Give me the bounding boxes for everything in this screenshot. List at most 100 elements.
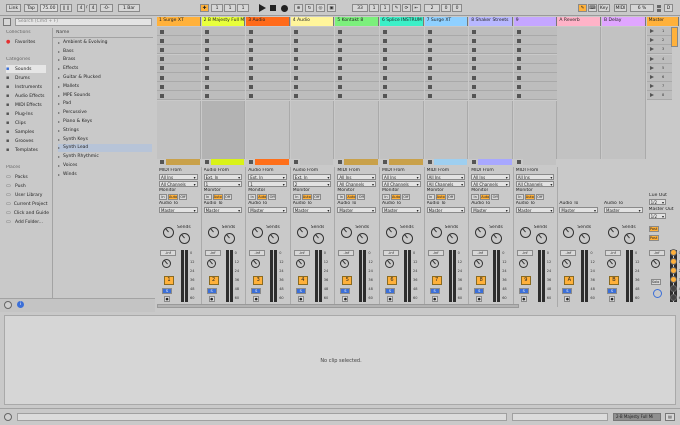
track-7-pan-knob[interactable]	[429, 259, 439, 268]
track-1-monitor-off[interactable]: Off	[179, 194, 187, 200]
place-item[interactable]: ▭ Current Project	[6, 200, 47, 208]
browser-item[interactable]: ▸ Voices	[58, 161, 152, 170]
browser-item[interactable]: ▸ Synth Rhythmic	[58, 152, 152, 161]
track-1-activator-button[interactable]: 1	[164, 276, 174, 285]
browser-item[interactable]: ▸ Ambient & Evolving	[58, 38, 152, 47]
punch-in[interactable]: ⇤	[412, 4, 421, 12]
track-3-stop-all-icon[interactable]	[249, 160, 254, 164]
track-4-pan-knob[interactable]	[295, 259, 305, 268]
track-5-output-select[interactable]: Master	[337, 207, 376, 213]
track-2-monitor-auto[interactable]: Auto	[212, 194, 223, 200]
scene-play-icon[interactable]	[649, 47, 654, 52]
browser-item[interactable]: ▸ Synth Lead	[58, 143, 152, 153]
master-pan-knob[interactable]	[650, 259, 660, 268]
track-8-send-b-knob[interactable]	[491, 233, 503, 244]
track-9-send-a-knob[interactable]	[519, 227, 531, 238]
track-3-channel-select[interactable]: 1	[248, 181, 287, 187]
track-3-slot-stop-icon[interactable]	[249, 38, 254, 43]
track-7-slot-stop-icon[interactable]	[427, 66, 432, 71]
follow-button[interactable]: ✚	[200, 4, 209, 12]
record-icon[interactable]	[281, 5, 288, 12]
track-9-input-select[interactable]: All Ins	[515, 174, 555, 180]
track-8-slot-stop-icon[interactable]	[472, 66, 477, 71]
track-1-volume-value[interactable]: -inf	[160, 250, 176, 256]
track-8-solo-button[interactable]: S	[474, 288, 485, 294]
track-7-arm-button[interactable]: ●	[431, 296, 438, 302]
scene-play-icon[interactable]	[649, 84, 654, 89]
track-1-input-select[interactable]: All Ins	[159, 174, 198, 180]
track-3-slot-stop-icon[interactable]	[249, 57, 254, 62]
track-8-monitor-off[interactable]: Off	[491, 194, 500, 200]
track-2-send-a-knob[interactable]	[207, 227, 219, 238]
track-5-pan-knob[interactable]	[340, 259, 350, 268]
track-4-slot-stop-icon[interactable]	[293, 29, 298, 34]
track-9-send-b-knob[interactable]	[535, 233, 547, 244]
solo-cue-toggle[interactable]: Solo	[650, 279, 661, 285]
track-3-monitor-off[interactable]: Off	[268, 194, 277, 200]
scene-play-icon[interactable]	[649, 56, 654, 61]
track-9-volume-value[interactable]: -inf	[516, 250, 533, 256]
master-out-select[interactable]: 1/2	[648, 213, 666, 219]
track-3-slot-stop-icon[interactable]	[249, 66, 254, 71]
track-3-input-select[interactable]: Ext. In	[248, 174, 287, 180]
track-4-monitor-off[interactable]: Off	[312, 194, 321, 200]
capture-button[interactable]: ▣	[327, 4, 336, 12]
track-5-solo-button[interactable]: S	[340, 288, 351, 294]
track-9-slot-stop-icon[interactable]	[516, 29, 521, 34]
track-9-solo-button[interactable]: S	[518, 288, 529, 294]
track-3-slot-stop-icon[interactable]	[249, 93, 254, 98]
track-1-arm-button[interactable]: ●	[164, 296, 170, 302]
track-9-slot-stop-icon[interactable]	[516, 66, 521, 71]
track-8-slot-stop-icon[interactable]	[472, 93, 477, 98]
loop-len-beats[interactable]: 0	[441, 4, 451, 12]
track-1-channel-select[interactable]: All Channels	[159, 181, 198, 187]
track-3-pan-knob[interactable]	[251, 259, 261, 268]
time-sig-num[interactable]: 4	[77, 4, 85, 12]
track-6-slot-stop-icon[interactable]	[383, 75, 387, 80]
track-2-slot-stop-icon[interactable]	[204, 84, 209, 89]
browser-toggle-icon[interactable]	[3, 18, 11, 26]
track-5-channel-select[interactable]: All Channels	[337, 181, 376, 187]
midi-view-icon[interactable]: ▤	[665, 413, 675, 421]
track-7-slot-stop-icon[interactable]	[427, 84, 432, 89]
track-7-monitor-in[interactable]: In	[426, 194, 435, 200]
track-5-monitor-off[interactable]: Off	[357, 194, 366, 200]
return-b-send-a-knob[interactable]	[608, 227, 619, 238]
loop-len-bars[interactable]: 2	[424, 4, 440, 12]
return-a-arm-button[interactable]: ●	[564, 296, 571, 302]
scene-play-icon[interactable]	[649, 65, 654, 70]
computer-keyboard-icon[interactable]: ⌨	[588, 4, 597, 12]
track-6-solo-button[interactable]: S	[385, 288, 395, 294]
track-7-slot-stop-icon[interactable]	[427, 29, 432, 34]
track-8-pan-knob[interactable]	[474, 259, 484, 268]
track-8-slot-stop-icon[interactable]	[472, 84, 477, 89]
track-9-slot-stop-icon[interactable]	[516, 84, 521, 89]
track-7-activator-button[interactable]: 7	[431, 276, 442, 285]
track-6-send-a-knob[interactable]	[386, 227, 397, 238]
track-4-solo-button[interactable]: S	[295, 288, 306, 294]
place-item[interactable]: ▭ Push	[6, 182, 46, 190]
return-b-arm-button[interactable]: ●	[609, 296, 615, 302]
track-7-solo-button[interactable]: S	[429, 288, 440, 294]
track-9-channel-select[interactable]: All Channels	[515, 181, 555, 187]
track-2-solo-button[interactable]: S	[206, 288, 217, 294]
track-6-input-select[interactable]: All Ins	[382, 174, 421, 180]
track-4-activator-button[interactable]: 4	[297, 276, 308, 285]
browser-item[interactable]: ▸ Strings	[58, 126, 152, 135]
view-mixer-button[interactable]	[670, 276, 677, 283]
scene-play-icon[interactable]	[649, 38, 654, 43]
key-map-button[interactable]: Key	[598, 4, 610, 12]
category-item-grooves[interactable]: ▪ Grooves	[6, 137, 46, 145]
automation-arm-button[interactable]: ◎	[316, 4, 325, 12]
cue-out-select[interactable]: 1/2	[648, 199, 666, 205]
track-7-volume-value[interactable]: -inf	[427, 250, 444, 256]
track-9-slot-stop-icon[interactable]	[516, 38, 521, 43]
track-8-arm-button[interactable]: ●	[476, 296, 483, 302]
track-4-slot-stop-icon[interactable]	[293, 93, 298, 98]
track-5-slot-stop-icon[interactable]	[338, 75, 343, 80]
track-2-slot-stop-icon[interactable]	[204, 38, 209, 43]
track-4-monitor-auto[interactable]: Auto	[301, 194, 312, 200]
track-1-solo-button[interactable]: S	[162, 288, 172, 294]
post-button-a[interactable]: Post	[648, 226, 659, 232]
track-6-slot-stop-icon[interactable]	[383, 57, 387, 62]
